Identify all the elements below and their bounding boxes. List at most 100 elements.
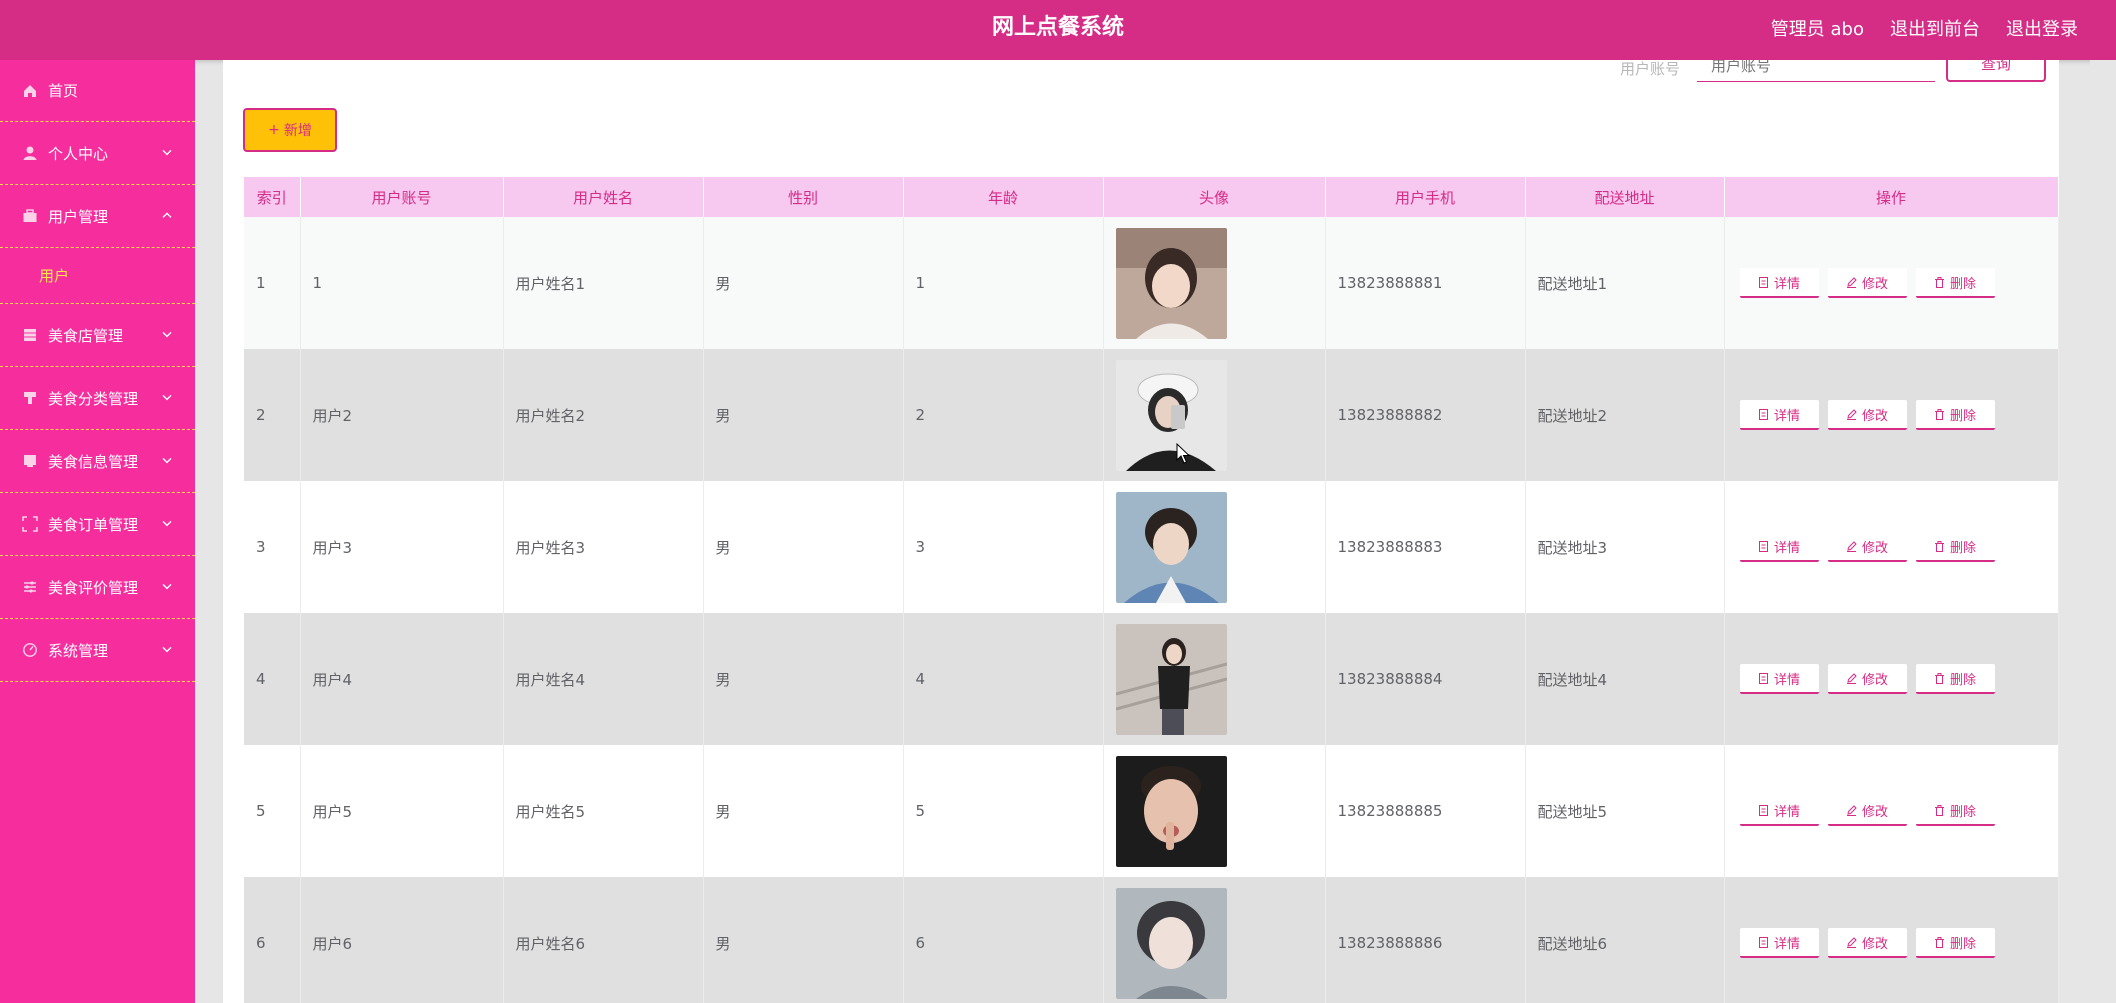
cell-name: 用户姓名1 bbox=[503, 217, 704, 349]
cell-index: 1 bbox=[244, 217, 301, 349]
document-icon bbox=[1758, 408, 1768, 420]
cell-gender: 男 bbox=[703, 613, 904, 745]
table-row: 3 用户3 用户姓名3 男 3 13823888883 配送地址3 详情 修改 … bbox=[244, 481, 2059, 613]
detail-button[interactable]: 详情 bbox=[1739, 532, 1819, 562]
avatar[interactable] bbox=[1115, 359, 1227, 471]
plus-icon: + bbox=[268, 122, 280, 138]
edit-button[interactable]: 修改 bbox=[1827, 664, 1907, 694]
trash-icon bbox=[1934, 540, 1944, 552]
cell-phone: 13823888881 bbox=[1325, 217, 1526, 349]
edit-button[interactable]: 修改 bbox=[1827, 796, 1907, 826]
admin-user-label: 管理员 abo bbox=[1770, 19, 1864, 40]
cell-account: 1 bbox=[300, 217, 504, 349]
sidebar-item-review-management[interactable]: 美食评价管理 bbox=[0, 556, 195, 619]
cell-name: 用户姓名2 bbox=[503, 349, 704, 481]
logout-link[interactable]: 退出登录 bbox=[2006, 15, 2078, 41]
avatar[interactable] bbox=[1115, 887, 1227, 999]
trash-icon bbox=[1934, 672, 1944, 684]
document-icon bbox=[1758, 540, 1768, 552]
detail-label: 详情 bbox=[1773, 540, 1800, 556]
edit-icon bbox=[1846, 540, 1857, 552]
avatar[interactable] bbox=[1115, 623, 1227, 735]
sidebar-item-label: 美食店管理 bbox=[48, 326, 124, 345]
sidebar-item-home[interactable]: 首页 bbox=[0, 60, 195, 122]
sidebar-item-store-management[interactable]: 美食店管理 bbox=[0, 304, 195, 367]
sidebar-item-order-management[interactable]: 美食订单管理 bbox=[0, 493, 195, 556]
avatar[interactable] bbox=[1115, 755, 1227, 867]
avatar[interactable] bbox=[1115, 491, 1227, 603]
detail-button[interactable]: 详情 bbox=[1739, 664, 1819, 694]
cell-account: 用户5 bbox=[300, 745, 504, 877]
cell-account: 用户6 bbox=[300, 877, 504, 1003]
add-button[interactable]: + 新增 bbox=[243, 108, 337, 152]
top-header: 网上点餐系统 管理员 abo 退出到前台 退出登录 bbox=[0, 0, 2116, 60]
detail-label: 详情 bbox=[1773, 408, 1800, 424]
edit-button[interactable]: 修改 bbox=[1827, 928, 1907, 958]
cell-phone: 13823888884 bbox=[1325, 613, 1526, 745]
cell-address: 配送地址6 bbox=[1525, 877, 1725, 1003]
column-header[interactable]: 用户手机 bbox=[1325, 177, 1526, 217]
search-input[interactable] bbox=[1697, 60, 1935, 82]
sidebar-subitem-users[interactable]: 用户 bbox=[0, 248, 195, 304]
search-button[interactable]: 查询 bbox=[1946, 60, 2046, 82]
sidebar-item-label: 系统管理 bbox=[48, 641, 109, 660]
cell-address: 配送地址5 bbox=[1525, 745, 1725, 877]
table-row: 2 用户2 用户姓名2 男 2 13823888882 配送地址2 详情 修改 … bbox=[244, 349, 2059, 481]
chevron-down-icon bbox=[162, 149, 172, 156]
delete-button[interactable]: 删除 bbox=[1915, 268, 1995, 298]
back-to-frontend-link[interactable]: 退出到前台 bbox=[1890, 15, 1980, 41]
detail-button[interactable]: 详情 bbox=[1739, 928, 1819, 958]
edit-button[interactable]: 修改 bbox=[1827, 532, 1907, 562]
delete-button[interactable]: 删除 bbox=[1915, 400, 1995, 430]
table-row: 6 用户6 用户姓名6 男 6 13823888886 配送地址6 详情 修改 … bbox=[244, 877, 2059, 1003]
edit-button[interactable]: 修改 bbox=[1827, 268, 1907, 298]
sidebar-item-personal-center[interactable]: 个人中心 bbox=[0, 122, 195, 185]
cell-account: 用户3 bbox=[300, 481, 504, 613]
cell-age: 1 bbox=[903, 217, 1104, 349]
cell-phone: 13823888883 bbox=[1325, 481, 1526, 613]
sidebar-item-label: 个人中心 bbox=[48, 144, 109, 163]
column-header: 头像 bbox=[1103, 177, 1326, 217]
row-actions: 详情 修改 删除 bbox=[1739, 268, 2058, 298]
mouse-cursor-icon bbox=[1176, 443, 1190, 464]
row-actions: 详情 修改 删除 bbox=[1739, 664, 2058, 694]
detail-button[interactable]: 详情 bbox=[1739, 400, 1819, 430]
sidebar-item-label: 美食评价管理 bbox=[48, 578, 139, 597]
search-button-label: 查询 bbox=[1980, 60, 2011, 73]
delete-button[interactable]: 删除 bbox=[1915, 664, 1995, 694]
cell-age: 4 bbox=[903, 613, 1104, 745]
delete-button[interactable]: 删除 bbox=[1915, 928, 1995, 958]
delete-button[interactable]: 删除 bbox=[1915, 532, 1995, 562]
trash-icon bbox=[1934, 408, 1944, 420]
detail-button[interactable]: 详情 bbox=[1739, 268, 1819, 298]
scrollbar[interactable] bbox=[2090, 60, 2116, 1003]
edit-icon bbox=[1846, 672, 1857, 684]
delete-button[interactable]: 删除 bbox=[1915, 796, 1995, 826]
column-header[interactable]: 配送地址 bbox=[1525, 177, 1725, 217]
store-icon bbox=[22, 327, 38, 343]
row-actions: 详情 修改 删除 bbox=[1739, 796, 2058, 826]
column-header[interactable]: 年龄 bbox=[903, 177, 1104, 217]
sidebar-item-label: 首页 bbox=[48, 82, 79, 100]
detail-button[interactable]: 详情 bbox=[1739, 796, 1819, 826]
edit-button[interactable]: 修改 bbox=[1827, 400, 1907, 430]
cell-address: 配送地址1 bbox=[1525, 217, 1725, 349]
document-icon bbox=[1758, 672, 1768, 684]
sidebar-item-user-management[interactable]: 用户管理 bbox=[0, 185, 195, 248]
edit-label: 修改 bbox=[1861, 540, 1888, 556]
edit-label: 修改 bbox=[1861, 276, 1888, 292]
column-header[interactable]: 用户账号 bbox=[300, 177, 504, 217]
sidebar-item-system-management[interactable]: 系统管理 bbox=[0, 619, 195, 682]
avatar[interactable] bbox=[1115, 227, 1227, 339]
cell-gender: 男 bbox=[703, 217, 904, 349]
delete-label: 删除 bbox=[1949, 936, 1976, 952]
column-header[interactable]: 性别 bbox=[703, 177, 904, 217]
detail-label: 详情 bbox=[1773, 672, 1800, 688]
cell-age: 5 bbox=[903, 745, 1104, 877]
header-actions: 管理员 abo 退出到前台 退出登录 bbox=[1771, 0, 2078, 56]
sidebar-item-food-info-management[interactable]: 美食信息管理 bbox=[0, 430, 195, 493]
cell-name: 用户姓名3 bbox=[503, 481, 704, 613]
sidebar-item-category-management[interactable]: 美食分类管理 bbox=[0, 367, 195, 430]
cell-index: 5 bbox=[244, 745, 301, 877]
column-header[interactable]: 用户姓名 bbox=[503, 177, 704, 217]
